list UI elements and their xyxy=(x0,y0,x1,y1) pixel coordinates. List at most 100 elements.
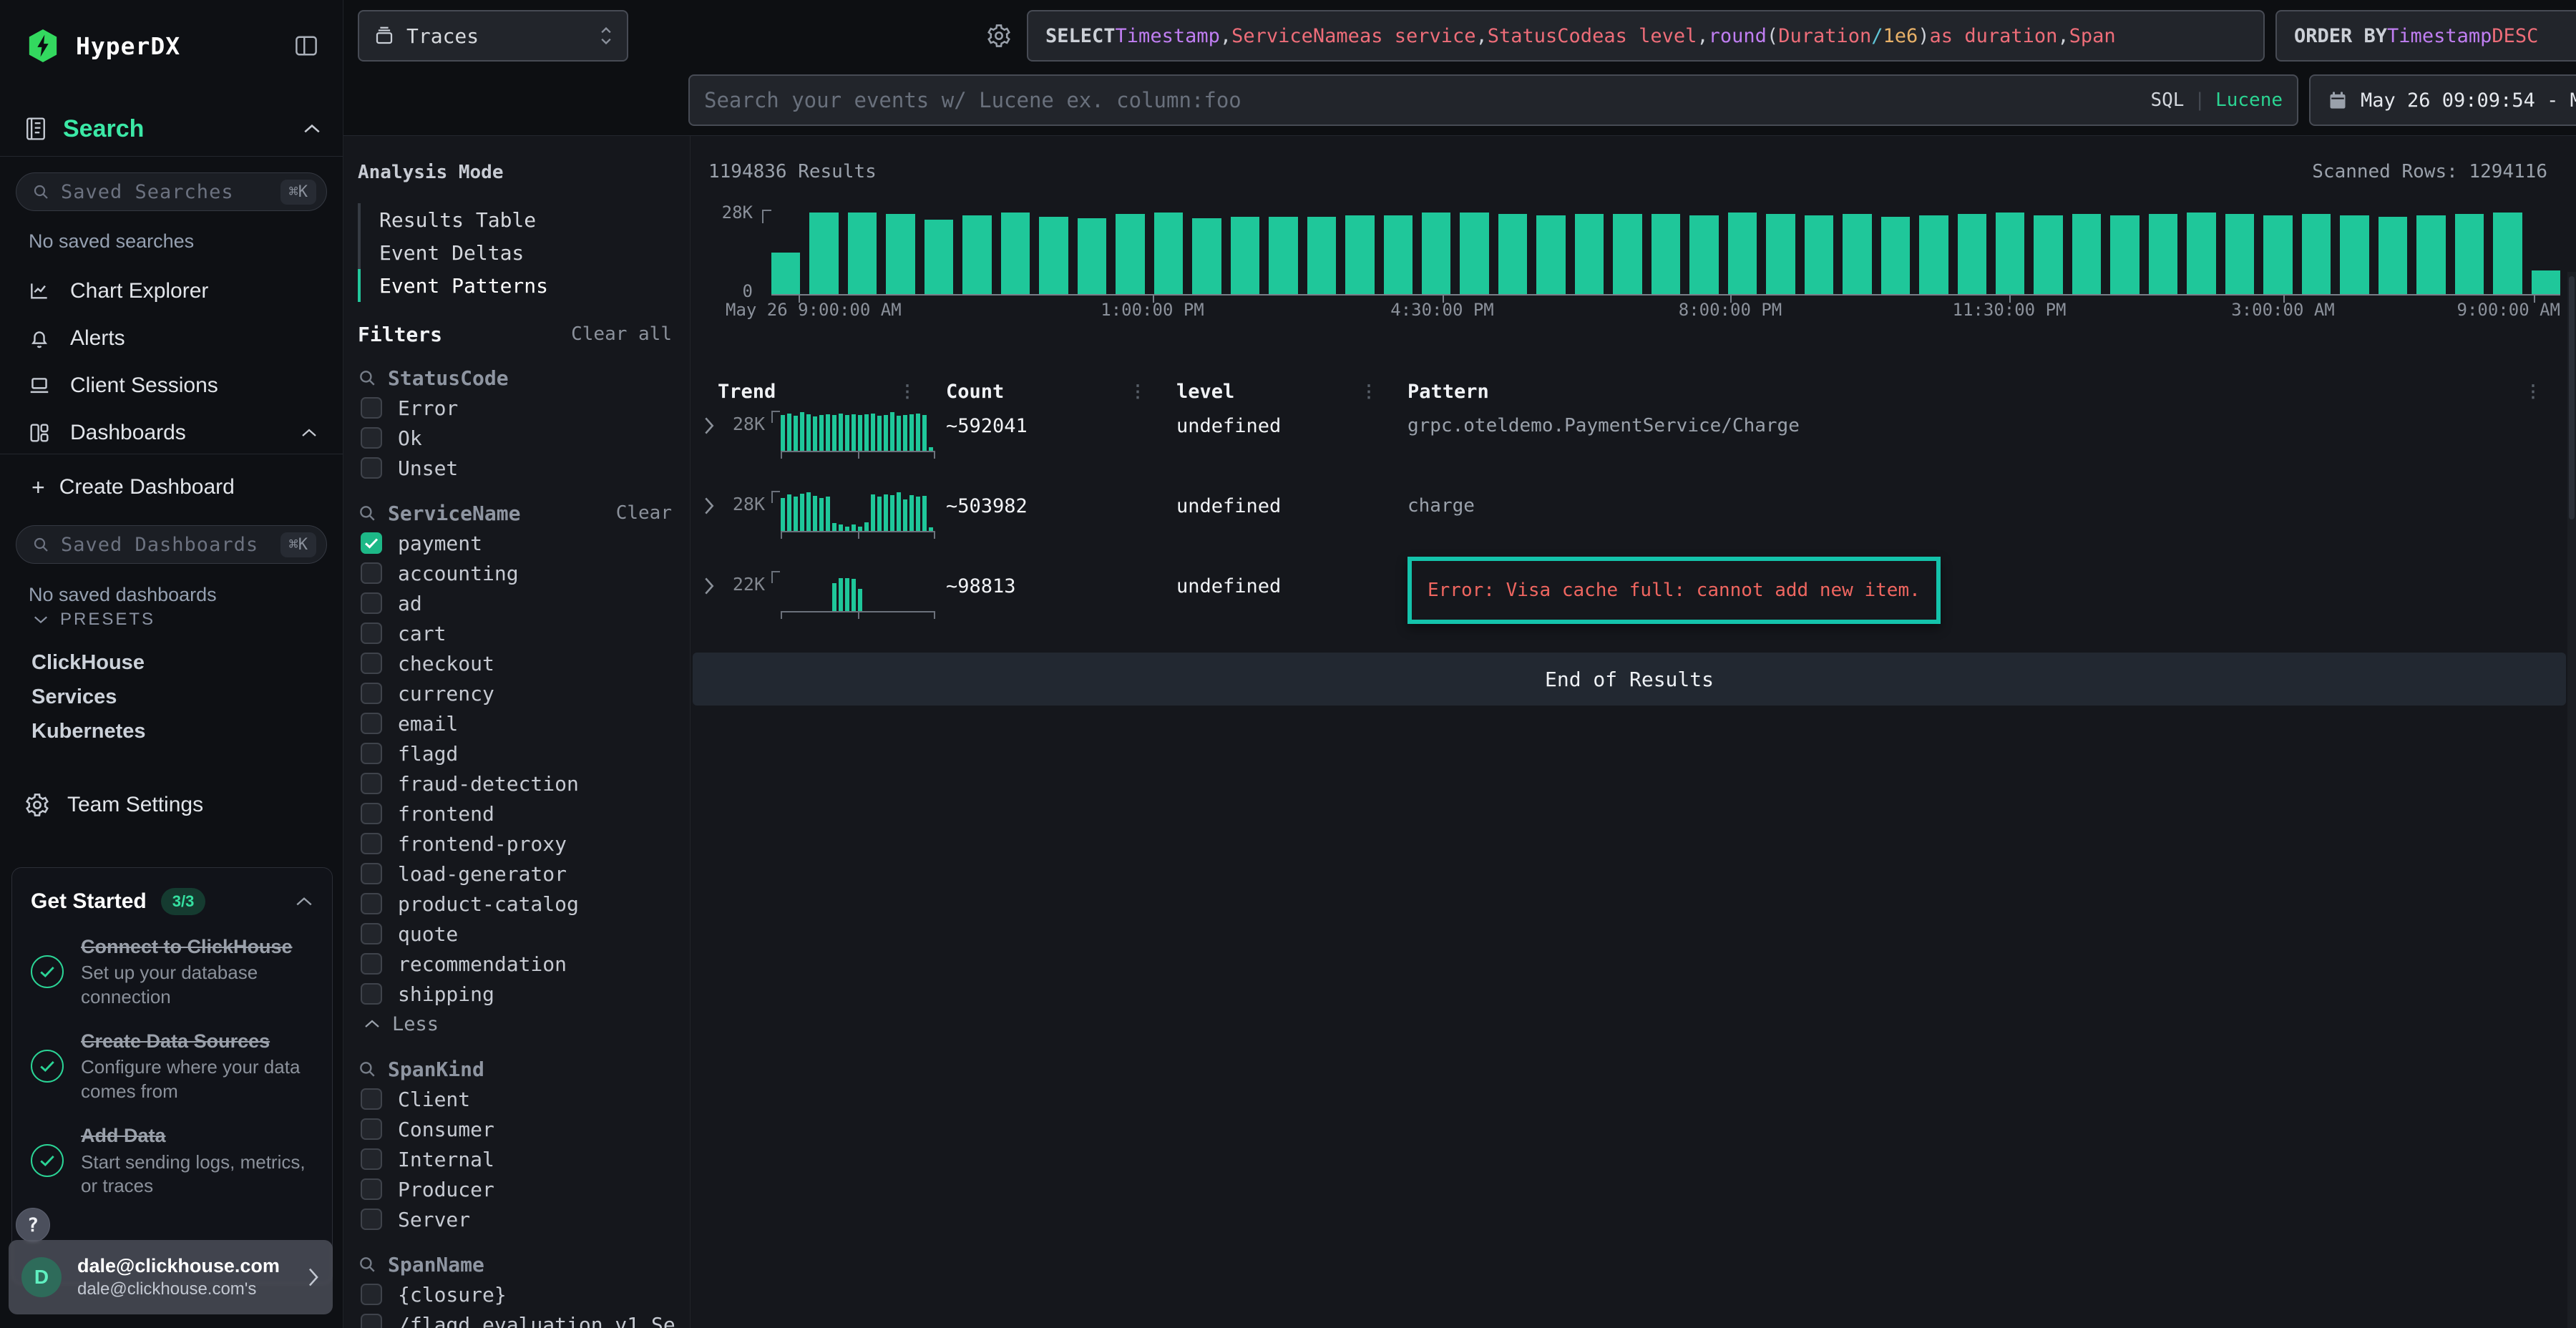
table-row[interactable]: 28K~503982undefinedcharge xyxy=(696,485,2562,565)
preset-clickhouse[interactable]: ClickHouse xyxy=(0,645,343,680)
filter-checkbox[interactable] xyxy=(361,427,382,449)
filter-option-payment[interactable]: payment xyxy=(358,528,672,558)
sidebar-item-alerts[interactable]: Alerts xyxy=(0,315,343,362)
filter-checkbox[interactable] xyxy=(361,397,382,419)
filter-option-server[interactable]: Server xyxy=(358,1204,672,1234)
scrollbar-thumb[interactable] xyxy=(2569,276,2575,519)
sidebar-item-search[interactable]: Search xyxy=(24,113,321,145)
filter-checkbox[interactable] xyxy=(361,532,382,554)
filter-option-product-catalog[interactable]: product-catalog xyxy=(358,889,672,919)
filter-option-currency[interactable]: currency xyxy=(358,678,672,708)
filter-checkbox[interactable] xyxy=(361,1314,382,1328)
filter-checkbox[interactable] xyxy=(361,592,382,614)
sparkline-bar xyxy=(800,412,804,451)
filter-checkbox[interactable] xyxy=(361,562,382,584)
clear-all-button[interactable]: Clear all xyxy=(571,323,672,345)
get-started-item[interactable]: Create Data SourcesConfigure where your … xyxy=(31,1028,313,1104)
get-started-header[interactable]: Get Started 3/3 xyxy=(31,888,313,915)
filter-option-ok[interactable]: Ok xyxy=(358,423,672,453)
filter-option-producer[interactable]: Producer xyxy=(358,1174,672,1204)
filter-option-consumer[interactable]: Consumer xyxy=(358,1114,672,1144)
filter-checkbox[interactable] xyxy=(361,622,382,644)
histogram-bar xyxy=(1805,215,1833,294)
filter-checkbox[interactable] xyxy=(361,743,382,764)
source-settings-gear-icon[interactable] xyxy=(986,23,1012,49)
user-menu[interactable]: D dale@clickhouse.com dale@clickhouse.co… xyxy=(9,1240,333,1314)
filter-checkbox[interactable] xyxy=(361,457,382,479)
filter-option--closure-[interactable]: {closure} xyxy=(358,1279,672,1309)
order-by-editor[interactable]: ORDER BY Timestamp DESC xyxy=(2275,10,2576,62)
sidebar-item-dashboards[interactable]: Dashboards xyxy=(0,409,343,456)
column-resize-handle[interactable]: ⋮ xyxy=(1360,381,1377,401)
filter-option-unset[interactable]: Unset xyxy=(358,453,672,483)
sidebar-item-chart-explorer[interactable]: Chart Explorer xyxy=(0,268,343,315)
table-row[interactable]: 22K~98813undefinedError: Visa cache full… xyxy=(696,565,2562,645)
filter-option-cart[interactable]: cart xyxy=(358,618,672,648)
filter-option-client[interactable]: Client xyxy=(358,1084,672,1114)
filter-checkbox[interactable] xyxy=(361,893,382,914)
mode-results-table[interactable]: Results Table xyxy=(358,203,675,236)
column-resize-handle[interactable]: ⋮ xyxy=(899,381,916,401)
filter-checkbox[interactable] xyxy=(361,683,382,704)
create-dashboard-button[interactable]: + Create Dashboard xyxy=(0,465,343,509)
preset-kubernetes[interactable]: Kubernetes xyxy=(0,714,343,748)
filter-option-load-generator[interactable]: load-generator xyxy=(358,859,672,889)
filter-checkbox[interactable] xyxy=(361,833,382,854)
chevron-right-icon[interactable] xyxy=(703,577,715,595)
filter-checkbox[interactable] xyxy=(361,1209,382,1230)
filter-checkbox[interactable] xyxy=(361,713,382,734)
filter-option-fraud-detection[interactable]: fraud-detection xyxy=(358,768,672,799)
column-resize-handle[interactable]: ⋮ xyxy=(1129,381,1146,401)
filter-option-quote[interactable]: quote xyxy=(358,919,672,949)
search-input[interactable] xyxy=(704,88,2150,112)
filter-checkbox[interactable] xyxy=(361,803,382,824)
help-button[interactable]: ? xyxy=(16,1208,50,1242)
filter-checkbox[interactable] xyxy=(361,653,382,674)
saved-dashboards-input[interactable]: Saved Dashboards ⌘K xyxy=(16,525,327,564)
filter-checkbox[interactable] xyxy=(361,923,382,944)
show-less-button[interactable]: Less xyxy=(358,1009,672,1039)
filter-option-shipping[interactable]: shipping xyxy=(358,979,672,1009)
filter-option--flagd-evaluation-v1-se-[interactable]: /flagd.evaluation.v1.Se… xyxy=(358,1309,672,1328)
lucene-mode-button[interactable]: Lucene xyxy=(2215,89,2283,111)
chevron-down-icon xyxy=(33,614,49,625)
table-row[interactable]: 28K~592041undefinedgrpc.oteldemo.Payment… xyxy=(696,405,2562,485)
sql-mode-button[interactable]: SQL xyxy=(2150,89,2184,111)
filter-checkbox[interactable] xyxy=(361,1178,382,1200)
filter-option-email[interactable]: email xyxy=(358,708,672,738)
filter-option-recommendation[interactable]: recommendation xyxy=(358,949,672,979)
filter-option-frontend-proxy[interactable]: frontend-proxy xyxy=(358,829,672,859)
filter-option-ad[interactable]: ad xyxy=(358,588,672,618)
source-selector[interactable]: Traces xyxy=(358,10,628,62)
filter-checkbox[interactable] xyxy=(361,983,382,1005)
filter-checkbox[interactable] xyxy=(361,1118,382,1140)
get-started-item[interactable]: Add DataStart sending logs, metrics, or … xyxy=(31,1123,313,1198)
sidebar-collapse-icon[interactable] xyxy=(294,35,318,57)
column-resize-handle[interactable]: ⋮ xyxy=(2524,381,2542,401)
filter-checkbox[interactable] xyxy=(361,863,382,884)
presets-toggle[interactable]: PRESETS xyxy=(33,610,155,630)
filter-option-internal[interactable]: Internal xyxy=(358,1144,672,1174)
filter-option-error[interactable]: Error xyxy=(358,393,672,423)
filter-option-accounting[interactable]: accounting xyxy=(358,558,672,588)
chevron-right-icon[interactable] xyxy=(703,416,715,435)
mode-event-deltas[interactable]: Event Deltas xyxy=(358,236,675,269)
saved-searches-input[interactable]: Saved Searches ⌘K xyxy=(16,172,327,211)
filter-checkbox[interactable] xyxy=(361,1148,382,1170)
get-started-item[interactable]: Connect to ClickHouseSet up your databas… xyxy=(31,934,313,1010)
sidebar-item-team-settings[interactable]: Team Settings xyxy=(0,783,343,827)
mode-event-patterns[interactable]: Event Patterns xyxy=(358,269,675,302)
filter-option-frontend[interactable]: frontend xyxy=(358,799,672,829)
filter-option-flagd[interactable]: flagd xyxy=(358,738,672,768)
filter-checkbox[interactable] xyxy=(361,1088,382,1110)
sidebar-item-client-sessions[interactable]: Client Sessions xyxy=(0,362,343,409)
filter-option-checkout[interactable]: checkout xyxy=(358,648,672,678)
time-range-picker[interactable]: May 26 09:09:54 - May 27 09:09:54 xyxy=(2309,74,2576,126)
sql-select-editor[interactable]: SELECT Timestamp, ServiceName as service… xyxy=(1027,10,2265,62)
filter-checkbox[interactable] xyxy=(361,953,382,975)
chevron-right-icon[interactable] xyxy=(703,497,715,515)
filter-checkbox[interactable] xyxy=(361,1284,382,1305)
clear-group-button[interactable]: Clear xyxy=(616,502,672,524)
filter-checkbox[interactable] xyxy=(361,773,382,794)
preset-services[interactable]: Services xyxy=(0,680,343,714)
